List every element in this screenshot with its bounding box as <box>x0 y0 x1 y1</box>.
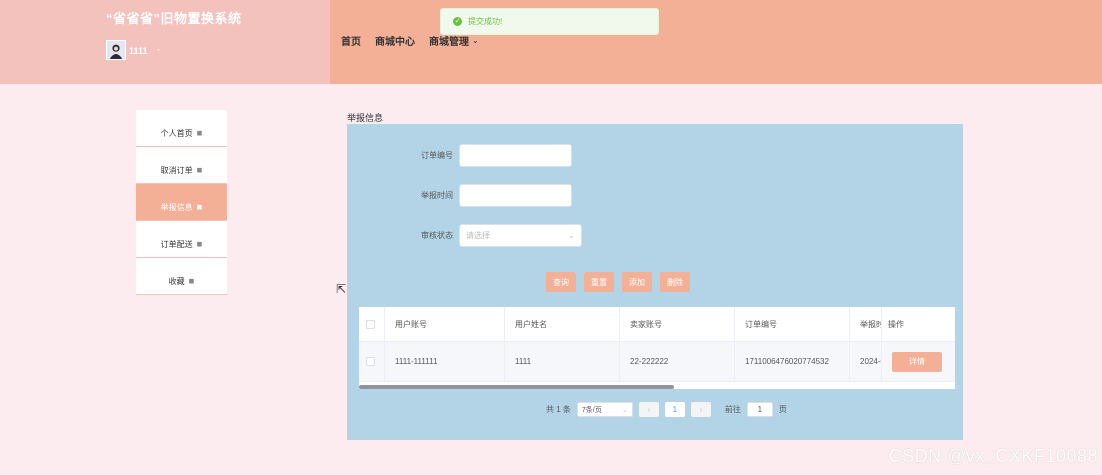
header-seller-account: 卖家账号 <box>620 307 735 341</box>
success-check-icon: ✓ <box>453 17 462 26</box>
header-order-no: 订单编号 <box>735 307 850 341</box>
page-size-select[interactable]: 7条/页 ⌄ <box>576 402 633 417</box>
sidebar-item-icon: ◼ <box>196 167 203 174</box>
sidebar-item-label: 个人首页 <box>160 128 193 138</box>
nav-item-home[interactable]: 首页 <box>341 33 361 48</box>
user-menu-caret[interactable]: - <box>157 45 160 54</box>
order-no-label: 订单编号 <box>421 151 453 160</box>
section-title: 举报信息 <box>347 113 384 123</box>
row-checkbox[interactable] <box>366 357 375 366</box>
cell-actions: 详情 <box>882 342 954 381</box>
add-button[interactable]: 添加 <box>622 272 652 292</box>
avatar[interactable] <box>106 40 126 60</box>
report-time-input[interactable] <box>459 184 572 207</box>
chevron-down-icon: ⌄ <box>472 36 479 45</box>
table-row: 1111-111111 1111 22-222222 1711006476020… <box>359 342 955 382</box>
total-count: 共 1 条 <box>546 405 571 414</box>
pagination: 共 1 条 7条/页 ⌄ ‹ 1 › 前往 1 页 <box>546 402 787 417</box>
horizontal-scrollbar[interactable] <box>359 385 674 389</box>
select-all-checkbox[interactable] <box>366 319 375 329</box>
detail-button[interactable]: 详情 <box>892 351 942 372</box>
cell-report-time: 2024-0 <box>850 342 882 381</box>
sidebar-item-cancel-order[interactable]: 取消订单 ◼ <box>136 147 227 184</box>
chevron-down-icon: ⌄ <box>622 406 628 414</box>
page-number-current[interactable]: 1 <box>664 402 685 417</box>
sidebar-item-icon: ◼ <box>188 278 195 285</box>
nav-item-mall-management[interactable]: 商城管理 ⌄ <box>429 33 479 48</box>
content-panel: 订单编号 举报时间 审核状态 请选择 ⌄ 查询 重置 添加 删除 用户账号 用户… <box>347 124 963 440</box>
order-no-input[interactable] <box>459 144 572 167</box>
review-status-select[interactable]: 请选择 ⌄ <box>459 224 582 247</box>
success-toast: ✓ 提交成功! <box>440 8 659 35</box>
header-report-time: 举报时间 <box>850 307 882 341</box>
nav-item-label: 商城管理 <box>429 37 469 48</box>
header-user-name: 用户姓名 <box>505 307 620 341</box>
site-title: “省省省”旧物置换系统 <box>106 11 242 26</box>
goto-suffix: 页 <box>778 405 787 414</box>
mouse-cursor-icon: ⇱ <box>336 282 347 296</box>
avatar-image <box>107 41 125 59</box>
header-user-account: 用户账号 <box>385 307 505 341</box>
watermark: CSDN @vx_CXKF10088 <box>888 446 1098 466</box>
prev-page-button[interactable]: ‹ <box>638 402 659 417</box>
sidebar-item-icon: ◼ <box>196 241 203 248</box>
nav-item-mall-center[interactable]: 商城中心 <box>375 33 415 48</box>
toast-message: 提交成功! <box>468 17 503 26</box>
cell-seller-account: 22-222222 <box>620 342 735 381</box>
sidebar: 个人首页 ◼ 取消订单 ◼ 举报信息 ◼ 订单配送 ◼ 收藏 ◼ <box>136 110 227 295</box>
review-status-placeholder: 请选择 <box>466 231 490 240</box>
action-buttons: 查询 重置 添加 删除 <box>546 272 690 292</box>
review-status-label: 审核状态 <box>421 231 453 240</box>
sidebar-item-label: 取消订单 <box>160 165 193 175</box>
sidebar-item-label: 订单配送 <box>160 239 193 249</box>
goto-label: 前往 <box>724 405 741 414</box>
sidebar-item-label: 收藏 <box>168 276 185 286</box>
row-select-cell <box>359 342 385 381</box>
report-time-label: 举报时间 <box>421 191 453 200</box>
sidebar-item-icon: ◼ <box>196 130 203 137</box>
sidebar-item-icon: ◼ <box>196 204 203 211</box>
report-table: 用户账号 用户姓名 卖家账号 订单编号 举报时间 操作 1111-111111 … <box>359 307 955 389</box>
sidebar-item-report-info[interactable]: 举报信息 ◼ <box>136 184 227 221</box>
report-time-row: 举报时间 <box>413 184 572 207</box>
next-page-button[interactable]: › <box>690 402 711 417</box>
username[interactable]: 1111 <box>129 46 148 56</box>
goto-page-input[interactable]: 1 <box>746 402 773 417</box>
nav-item-label: 首页 <box>341 37 361 48</box>
top-nav: 首页 商城中心 商城管理 ⌄ <box>341 33 493 48</box>
sidebar-item-profile-home[interactable]: 个人首页 ◼ <box>136 110 227 147</box>
reset-button[interactable]: 重置 <box>584 272 614 292</box>
table-header-row: 用户账号 用户姓名 卖家账号 订单编号 举报时间 操作 <box>359 307 955 342</box>
delete-button[interactable]: 删除 <box>660 272 690 292</box>
cell-user-name: 1111 <box>505 342 620 381</box>
sidebar-item-order-delivery[interactable]: 订单配送 ◼ <box>136 221 227 258</box>
select-all-cell <box>359 307 385 341</box>
sidebar-item-label: 举报信息 <box>160 202 193 212</box>
order-no-row: 订单编号 <box>413 144 572 167</box>
page-size-value: 7条/页 <box>581 406 602 414</box>
cell-order-no: 1711006476020774532 <box>735 342 850 381</box>
review-status-row: 审核状态 请选择 ⌄ <box>413 224 582 247</box>
header-actions: 操作 <box>888 319 904 329</box>
cell-user-account: 1111-111111 <box>385 342 505 381</box>
nav-item-label: 商城中心 <box>375 37 415 48</box>
query-button[interactable]: 查询 <box>546 272 576 292</box>
sidebar-item-favorites[interactable]: 收藏 ◼ <box>136 258 227 295</box>
chevron-down-icon: ⌄ <box>568 231 575 240</box>
